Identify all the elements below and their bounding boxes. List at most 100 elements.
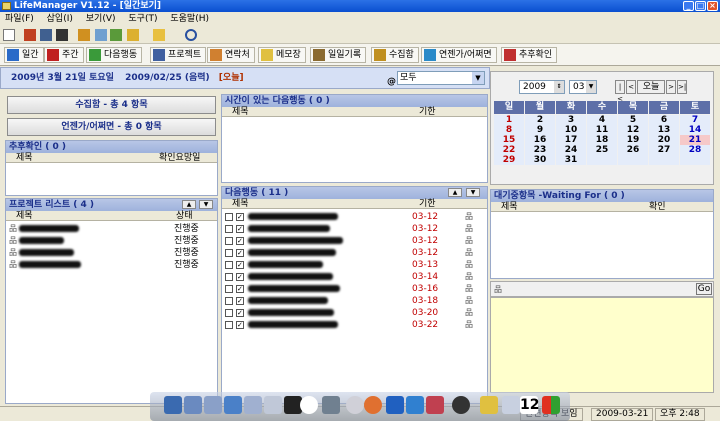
menu-tools[interactable]: 도구(T) [128,14,157,24]
dock-app-icon[interactable] [264,396,282,414]
calendar-day[interactable]: 19 [618,135,648,145]
find-icon[interactable] [95,29,107,41]
project-tree-icon[interactable]: 品 [465,211,473,223]
calendar-day[interactable]: 1 [494,115,524,125]
calendar-day[interactable]: 9 [525,125,555,135]
done-checkbox[interactable] [225,261,233,269]
calendar-day[interactable]: 6 [649,115,679,125]
next-action-row[interactable]: 03-13 品 [224,259,484,271]
dock-app-icon[interactable] [502,396,520,414]
project-row[interactable]: 品 진행중 [9,247,214,259]
calendar-day[interactable]: 17 [556,135,586,145]
calendar-day[interactable]: 28 [680,145,710,155]
close-icon[interactable]: × [707,1,718,11]
calendar-day[interactable]: 5 [618,115,648,125]
calendar-day[interactable]: 12 [618,125,648,135]
calendar-day[interactable]: 29 [494,155,524,165]
project-tree-icon[interactable]: 品 [465,283,473,295]
view-daily-button[interactable]: 일간 [4,47,44,63]
calendar-day[interactable]: 14 [680,125,710,135]
active-checkbox[interactable] [236,295,244,307]
project-tree-icon[interactable]: 品 [465,259,473,271]
calendar-day[interactable]: 25 [587,145,617,155]
next-month-button[interactable]: > [666,80,676,94]
security-icon[interactable] [153,29,165,41]
calendar-day[interactable]: 24 [556,145,586,155]
next-action-row[interactable]: 03-12 品 [224,247,484,259]
calendar-day[interactable]: 26 [618,145,648,155]
next-action-row[interactable]: 03-18 品 [224,295,484,307]
active-checkbox[interactable] [236,319,244,331]
view-memo-button[interactable]: 메모장 [258,47,306,63]
project-tree-icon[interactable]: 品 [465,295,473,307]
lock-icon[interactable] [78,29,90,41]
chevron-down-icon[interactable]: ▼ [586,81,596,93]
calendar-day[interactable]: 15 [494,135,524,145]
maximize-icon[interactable]: □ [695,1,706,11]
active-checkbox[interactable] [236,283,244,295]
calendar-day[interactable]: 13 [649,125,679,135]
search-icon[interactable] [185,29,197,41]
view-inbox-button[interactable]: 수집함 [371,47,419,63]
project-tree-icon[interactable]: 品 [465,223,473,235]
new-icon[interactable] [3,29,15,41]
menu-file[interactable]: 파일(F) [5,14,34,24]
dock-app-icon[interactable] [386,396,404,414]
project-tree-icon[interactable]: 品 [465,247,473,259]
prev-month-button[interactable]: < [626,80,636,94]
view-weekly-button[interactable]: 주간 [44,47,84,63]
scroll-up-button[interactable]: ▲ [448,188,462,197]
calendar-day[interactable]: 3 [556,115,586,125]
project-tree-icon[interactable]: 品 [465,307,473,319]
view-project-button[interactable]: 프로젝트 [150,47,207,63]
prev-year-button[interactable]: |< [615,80,625,103]
project-tree-icon[interactable]: 品 [465,235,473,247]
dock-app-icon[interactable] [480,396,498,414]
spinner-icon[interactable]: ⇕ [554,81,564,93]
project-row[interactable]: 品 진행중 [9,223,214,235]
calendar-day[interactable]: 18 [587,135,617,145]
scroll-down-button[interactable]: ▼ [199,200,213,209]
dock-app-icon[interactable] [184,396,202,414]
next-action-row[interactable]: 03-14 品 [224,271,484,283]
active-checkbox[interactable] [236,235,244,247]
minimize-icon[interactable]: _ [683,1,694,11]
export-icon[interactable] [40,29,52,41]
done-checkbox[interactable] [225,237,233,245]
dock-app-icon[interactable] [452,396,470,414]
done-checkbox[interactable] [225,225,233,233]
next-action-row[interactable]: 03-20 品 [224,307,484,319]
view-contacts-button[interactable]: 연락처 [207,47,255,63]
dock-app-icon[interactable] [244,396,262,414]
project-row[interactable]: 品 진행중 [9,259,214,271]
done-checkbox[interactable] [225,297,233,305]
calendar-day[interactable]: 8 [494,125,524,135]
year-spinner[interactable]: 2009 ⇕ [519,80,565,94]
scroll-up-button[interactable]: ▲ [182,200,196,209]
done-checkbox[interactable] [225,249,233,257]
today-link[interactable]: [오늘] [219,73,244,83]
calendar-day[interactable]: 11 [587,125,617,135]
next-action-row[interactable] [224,331,484,343]
done-checkbox[interactable] [225,285,233,293]
done-checkbox[interactable] [225,213,233,221]
dock-app-icon[interactable] [224,396,242,414]
calendar-day[interactable]: 22 [494,145,524,155]
clock-icon[interactable] [300,396,318,414]
menu-help[interactable]: 도움말(H) [170,14,209,24]
disc-icon[interactable] [346,396,364,414]
dock-app-icon[interactable] [164,396,182,414]
windows-icon[interactable] [542,396,560,414]
done-checkbox[interactable] [225,321,233,329]
calendar-day[interactable]: 16 [525,135,555,145]
next-year-button[interactable]: >| [677,80,687,94]
calendar-day[interactable]: 23 [525,145,555,155]
calendar-day[interactable]: 2 [525,115,555,125]
active-checkbox[interactable] [236,259,244,271]
dock-app-icon[interactable] [322,396,340,414]
dock-app-icon[interactable] [426,396,444,414]
month-select[interactable]: 03 ▼ [569,80,597,94]
import-icon[interactable] [24,29,36,41]
folder-icon[interactable] [127,29,139,41]
calendar-day[interactable]: 10 [556,125,586,135]
